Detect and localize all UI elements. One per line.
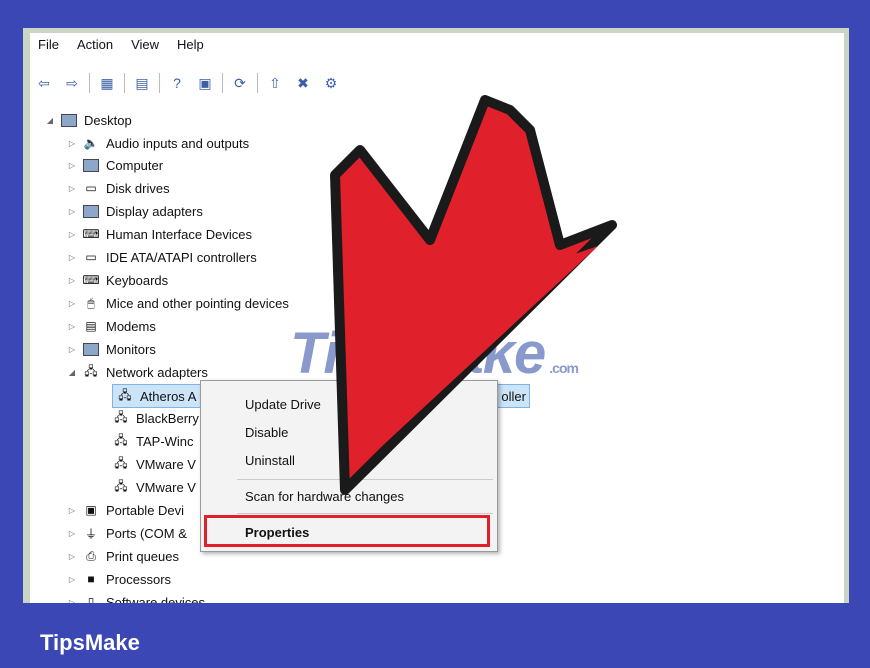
red-arrow-icon [330, 95, 617, 495]
brand-logo: TipsMake [40, 630, 140, 655]
